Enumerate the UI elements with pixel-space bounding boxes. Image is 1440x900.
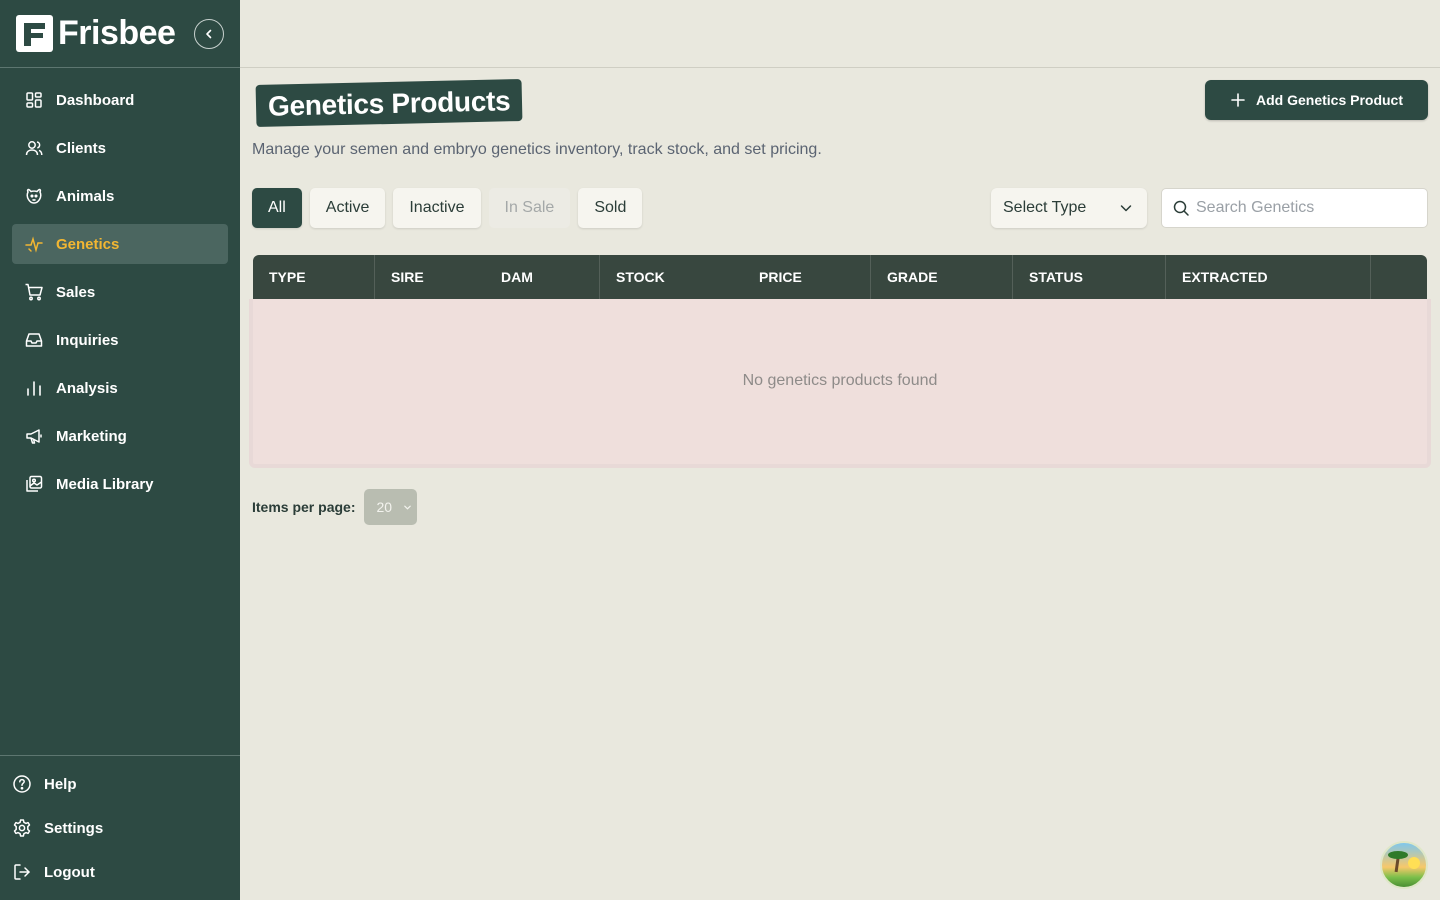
brand-name[interactable]: Frisbee <box>58 14 176 53</box>
sidebar-item-inquiries[interactable]: Inquiries <box>12 320 228 360</box>
sidebar-item-label: Clients <box>56 139 107 157</box>
table-empty-state: No genetics products found <box>249 299 1431 468</box>
status-filter-tabs: All Active Inactive In Sale Sold <box>252 188 650 228</box>
filter-sold[interactable]: Sold <box>578 188 643 228</box>
sidebar-item-label: Animals <box>56 187 115 205</box>
type-select[interactable]: Select Type <box>991 188 1147 228</box>
inbox-icon <box>25 333 43 347</box>
sidebar-item-settings[interactable]: Settings <box>0 808 240 848</box>
sidebar-item-clients[interactable]: Clients <box>12 128 228 168</box>
chevron-left-icon <box>206 29 212 39</box>
sidebar-item-help[interactable]: Help <box>0 764 240 804</box>
sidebar-item-label: Settings <box>44 819 104 837</box>
search-box[interactable] <box>1161 188 1428 228</box>
sidebar-item-media-library[interactable]: Media Library <box>12 464 228 504</box>
column-header-type[interactable]: TYPE <box>253 255 375 299</box>
sidebar-item-dashboard[interactable]: Dashboard <box>12 80 228 120</box>
sidebar: Frisbee Dashboard Clients Animals Geneti… <box>0 0 240 900</box>
users-icon <box>25 141 43 156</box>
column-header-dam[interactable]: DAM <box>485 255 600 299</box>
image-library-icon <box>26 475 43 492</box>
plus-icon <box>1231 93 1245 107</box>
column-header-price[interactable]: PRICE <box>743 255 871 299</box>
sidebar-item-label: Marketing <box>56 427 127 445</box>
filter-active[interactable]: Active <box>309 188 386 228</box>
sidebar-item-label: Analysis <box>56 379 118 397</box>
filter-inactive[interactable]: Inactive <box>393 188 481 228</box>
sidebar-item-animals[interactable]: Animals <box>12 176 228 216</box>
filter-in-sale[interactable]: In Sale <box>488 188 571 228</box>
chevron-down-icon <box>1120 205 1132 212</box>
sidebar-item-label: Logout <box>44 863 95 881</box>
empty-message: No genetics products found <box>742 371 938 389</box>
collapse-sidebar-button[interactable] <box>194 19 224 49</box>
items-per-page-select[interactable]: 20 <box>364 489 418 525</box>
sidebar-item-genetics[interactable]: Genetics <box>12 224 228 264</box>
user-avatar[interactable] <box>1380 841 1428 889</box>
items-per-page: Items per page: 20 <box>252 489 418 525</box>
sidebar-footer: Help Settings Logout <box>0 755 240 896</box>
sidebar-item-label: Help <box>44 775 77 793</box>
top-bar <box>240 0 1440 68</box>
search-input[interactable] <box>1196 199 1416 217</box>
page-title: Genetics Products <box>255 78 523 128</box>
logout-icon <box>14 864 30 880</box>
items-per-page-label: Items per page: <box>252 499 356 515</box>
sidebar-item-logout[interactable]: Logout <box>0 852 240 892</box>
sidebar-item-label: Inquiries <box>56 331 119 349</box>
column-header-extracted[interactable]: EXTRACTED <box>1166 255 1371 299</box>
sidebar-item-label: Dashboard <box>56 91 135 109</box>
type-select-value: Select Type <box>1003 199 1087 216</box>
sidebar-item-marketing[interactable]: Marketing <box>12 416 228 456</box>
sidebar-item-label: Genetics <box>56 235 120 253</box>
items-per-page-value: 20 <box>376 499 393 515</box>
bar-chart-icon <box>27 381 41 396</box>
cart-icon <box>25 283 43 301</box>
genetics-icon <box>25 236 43 253</box>
dashboard-icon <box>26 92 42 108</box>
table-header: TYPE SIRE DAM STOCK PRICE GRADE STATUS E… <box>253 255 1427 299</box>
help-icon <box>13 775 31 793</box>
column-header-sire[interactable]: SIRE <box>375 255 485 299</box>
add-button-label: Add Genetics Product <box>1255 92 1404 108</box>
search-icon <box>1173 200 1189 216</box>
page-subtitle: Manage your semen and embryo genetics in… <box>252 141 822 158</box>
sidebar-item-analysis[interactable]: Analysis <box>12 368 228 408</box>
gear-icon <box>13 819 31 837</box>
sidebar-item-sales[interactable]: Sales <box>12 272 228 312</box>
sidebar-item-label: Media Library <box>56 475 154 493</box>
column-header-actions <box>1371 255 1427 299</box>
frisbee-logo-icon[interactable] <box>16 15 53 52</box>
add-genetics-product-button[interactable]: Add Genetics Product <box>1205 80 1428 120</box>
column-header-status[interactable]: STATUS <box>1013 255 1166 299</box>
sidebar-item-label: Sales <box>56 283 96 301</box>
animal-icon <box>26 188 42 204</box>
column-header-grade[interactable]: GRADE <box>871 255 1013 299</box>
brand-header: Frisbee <box>0 0 240 68</box>
chevron-down-icon <box>404 505 412 510</box>
megaphone-icon <box>26 429 42 444</box>
filter-all[interactable]: All <box>252 188 302 228</box>
column-header-stock[interactable]: STOCK <box>600 255 743 299</box>
sidebar-nav: Dashboard Clients Animals Genetics Sales… <box>12 80 228 512</box>
